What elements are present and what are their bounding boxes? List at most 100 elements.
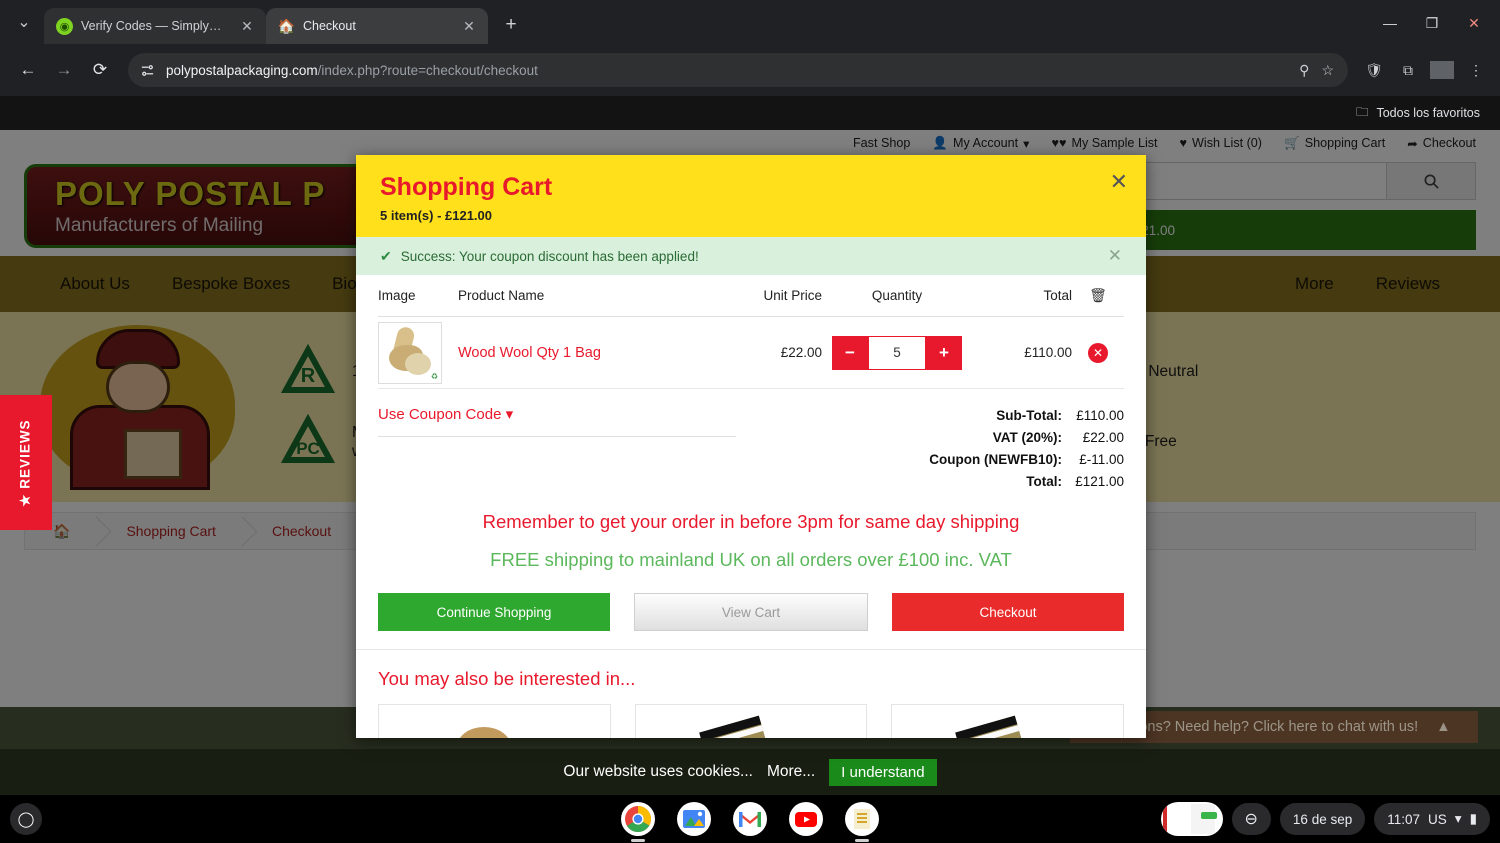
shelf-date: 16 de sep <box>1292 811 1353 827</box>
status-tray-button[interactable]: 11:07 US ▾ ▮ <box>1374 803 1490 835</box>
quantity-decrease-button[interactable]: − <box>832 335 868 370</box>
do-not-disturb-icon: ⊖ <box>1244 811 1258 828</box>
sheets-icon[interactable] <box>845 802 879 836</box>
date-button[interactable]: 16 de sep <box>1279 803 1366 835</box>
cookie-more-link[interactable]: More... <box>767 763 815 781</box>
extensions-icon[interactable]: ⧉ <box>1396 62 1420 79</box>
quantity-increase-button[interactable]: + <box>926 335 962 370</box>
free-shipping-notice: FREE shipping to mainland UK on all orde… <box>490 549 1012 570</box>
close-icon[interactable]: ✕ <box>460 17 478 35</box>
reviews-side-tab[interactable]: ★ REVIEWS <box>0 395 52 530</box>
minimize-button[interactable]: — <box>1372 10 1408 36</box>
do-not-disturb-button[interactable]: ⊖ <box>1231 803 1271 835</box>
success-alert: ✔ Success: Your coupon discount has been… <box>356 237 1146 275</box>
forward-button[interactable]: → <box>48 54 80 86</box>
gmail-icon[interactable] <box>733 802 767 836</box>
omnibox-toolbar: ← → ⟳ polypostalpackaging.com/index.php?… <box>0 44 1500 96</box>
toolbar-actions: 🛡 ⧉ ⋮ <box>1352 61 1488 79</box>
modal-header: Shopping Cart 5 item(s) - £121.00 ✕ <box>356 155 1146 237</box>
column-header-unit-price: Unit Price <box>763 288 822 303</box>
shield-icon[interactable]: 🛡 <box>1362 62 1386 79</box>
remove-item-button[interactable]: ✕ <box>1088 342 1108 363</box>
bookmark-label: Todos los favoritos <box>1376 106 1480 120</box>
folder-icon: 🗀 <box>1355 104 1369 119</box>
shipping-notices: Remember to get your order in before 3pm… <box>356 493 1146 571</box>
chevron-up-icon: ▲ <box>1436 719 1451 735</box>
tab-strip: ⌄ ◉ Verify Codes — SimplyCodes ✕ 🏠 Check… <box>0 0 1500 44</box>
product-image-cell[interactable]: ♻ <box>378 321 458 384</box>
reload-button[interactable]: ⟳ <box>84 54 116 86</box>
column-header-total: Total <box>1043 288 1072 303</box>
menu-dots-icon[interactable]: ⋮ <box>1464 62 1488 79</box>
tab-title: Verify Codes — SimplyCodes <box>81 19 230 33</box>
bookmark-star-icon[interactable]: ☆ <box>1321 62 1334 79</box>
use-coupon-code-link[interactable]: Use Coupon Code ▾ <box>378 406 513 423</box>
star-icon: ★ <box>18 492 34 507</box>
close-icon[interactable]: ✕ <box>1108 246 1122 266</box>
related-product-card[interactable] <box>378 704 611 738</box>
cookie-consent-bar: Our website uses cookies... More... I un… <box>0 749 1500 795</box>
bookmark-all-favorites[interactable]: 🗀 Todos los favoritos <box>1356 103 1480 124</box>
modal-subtitle: 5 item(s) - £121.00 <box>380 208 493 223</box>
new-tab-button[interactable]: + <box>496 10 526 40</box>
browser-tab-simplycodes[interactable]: ◉ Verify Codes — SimplyCodes ✕ <box>44 8 266 44</box>
total-value: £110.00 <box>1076 408 1124 423</box>
table-header-row: Image Product Name Unit Price Quantity T… <box>378 275 1124 317</box>
cookie-text: Our website uses cookies... <box>563 763 753 780</box>
total-value: £-11.00 <box>1079 452 1124 467</box>
polybag-product-image <box>698 715 775 738</box>
checkout-button[interactable]: Checkout <box>892 593 1124 631</box>
total-value: £121.00 <box>1075 474 1124 489</box>
check-circle-icon: ✔ <box>380 247 392 264</box>
photos-icon[interactable] <box>677 802 711 836</box>
shelf-status-area: ⊖ 16 de sep 11:07 US ▾ ▮ <box>1160 802 1490 836</box>
shelf-app-icons <box>621 802 879 836</box>
cookie-accept-button[interactable]: I understand <box>829 758 937 786</box>
tape-product-image <box>457 727 511 738</box>
same-day-shipping-notice: Remember to get your order in before 3pm… <box>482 511 1020 532</box>
total-value: £22.00 <box>1082 430 1124 445</box>
url-domain: polypostalpackaging.com <box>166 62 318 78</box>
browser-tab-checkout[interactable]: 🏠 Checkout ✕ <box>266 8 488 44</box>
product-name-cell: Wood Wool Qty 1 Bag <box>458 344 712 362</box>
location-pin-icon[interactable]: ⚲ <box>1299 62 1309 79</box>
maximize-button[interactable]: ❐ <box>1414 10 1450 36</box>
continue-shopping-button[interactable]: Continue Shopping <box>378 593 610 631</box>
related-product-card[interactable] <box>634 704 868 738</box>
url-path: /index.php?route=checkout/checkout <box>317 62 538 78</box>
window-preview[interactable] <box>1160 802 1223 836</box>
related-product-card[interactable] <box>891 704 1125 738</box>
cart-middle: Use Coupon Code ▾ Sub-Total: £110.00 VAT … <box>356 389 1146 493</box>
related-products-section: You may also be interested in... <box>356 649 1146 738</box>
view-cart-button[interactable]: View Cart <box>634 593 868 631</box>
related-products-grid <box>378 704 1125 738</box>
back-button[interactable]: ← <box>12 54 44 86</box>
site-settings-icon[interactable] <box>138 61 156 79</box>
shelf-locale: US <box>1428 811 1447 827</box>
total-label: Sub-Total: <box>996 408 1062 423</box>
launcher-icon[interactable]: ◯ <box>10 803 42 835</box>
close-icon[interactable]: ✕ <box>1110 169 1128 195</box>
remove-item-cell: ✕ <box>1072 342 1124 363</box>
leaf-icon: ♻ <box>430 371 438 381</box>
total-label: Total: <box>1026 474 1062 489</box>
polypostal-icon: 🏠 <box>277 17 296 34</box>
total-row: VAT (20%): £22.00 <box>736 427 1124 449</box>
reviews-tab-label: ★ REVIEWS <box>18 418 34 507</box>
total-label: Coupon (NEWFB10): <box>929 452 1062 467</box>
tab-title: Checkout <box>303 19 356 33</box>
system-shelf: ◯ ⊖ 16 de sep 11:07 US ▾ ▮ <box>0 795 1500 843</box>
close-icon[interactable]: ✕ <box>238 17 256 35</box>
omnibox-actions: ⚲ ☆ <box>1299 62 1338 79</box>
trash-icon[interactable]: 🗑 <box>1072 287 1124 304</box>
address-bar[interactable]: polypostalpackaging.com/index.php?route=… <box>128 53 1348 87</box>
divider <box>378 436 736 437</box>
product-link[interactable]: Wood Wool Qty 1 Bag <box>458 345 601 361</box>
close-window-button[interactable]: ✕ <box>1456 10 1492 36</box>
quantity-input[interactable] <box>868 335 926 370</box>
order-totals: Sub-Total: £110.00 VAT (20%): £22.00 Coupo… <box>736 405 1124 493</box>
chrome-icon[interactable] <box>621 802 655 836</box>
chevron-down-icon[interactable]: ⌄ <box>10 8 38 36</box>
youtube-icon[interactable] <box>789 802 823 836</box>
related-products-title: You may also be interested in... <box>378 668 636 689</box>
